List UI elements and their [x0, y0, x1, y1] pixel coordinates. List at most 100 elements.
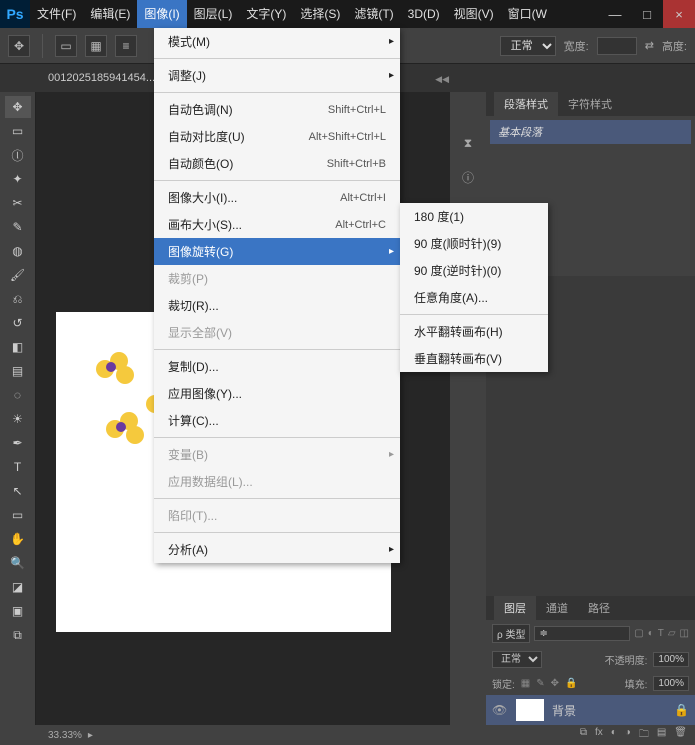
fill-value[interactable]: 100%: [653, 676, 689, 691]
status-trash-icon[interactable]: 🗑: [674, 727, 687, 744]
tool-history[interactable]: ↺: [5, 312, 31, 334]
tool-eraser[interactable]: ◧: [5, 336, 31, 358]
lock-pixels-icon[interactable]: ✎: [536, 678, 544, 689]
tab-character-styles[interactable]: 字符样式: [558, 92, 622, 116]
status-link-icon[interactable]: ⧉: [580, 727, 587, 744]
blend-mode-select[interactable]: 正常: [492, 651, 542, 668]
tool-blur[interactable]: ◌: [5, 384, 31, 406]
smart-filter-icon[interactable]: ◫: [680, 628, 689, 639]
width-input[interactable]: [597, 37, 637, 55]
menu-item[interactable]: 90 度(逆时针)(0): [400, 257, 548, 284]
menu-item[interactable]: 分析(A): [154, 536, 400, 563]
menu-item[interactable]: 调整(J): [154, 62, 400, 89]
tool-shape[interactable]: ▭: [5, 504, 31, 526]
mode-select[interactable]: 正常: [500, 36, 556, 56]
tool-stamp[interactable]: ⎌: [5, 288, 31, 310]
tool-dodge[interactable]: ☀: [5, 408, 31, 430]
tool-preset-icon[interactable]: ✥: [8, 35, 30, 57]
tool-brush[interactable]: 🖌: [5, 264, 31, 286]
lock-pos-icon[interactable]: ✥: [551, 678, 559, 689]
menu-item[interactable]: 计算(C)...: [154, 407, 400, 434]
menu-8[interactable]: 视图(V): [447, 0, 501, 28]
menu-item[interactable]: 裁切(R)...: [154, 292, 400, 319]
tab-paragraph-styles[interactable]: 段落样式: [494, 92, 558, 116]
panel-collapse-icon[interactable]: ◀◀: [435, 74, 449, 85]
status-fill-icon[interactable]: ◑: [625, 727, 631, 744]
align-icon[interactable]: ≡: [115, 35, 137, 57]
tab-paths[interactable]: 路径: [578, 596, 620, 620]
menu-6[interactable]: 滤镜(T): [347, 0, 400, 28]
lock-trans-icon[interactable]: ▦: [521, 678, 530, 689]
layer-thumbnail[interactable]: [516, 699, 544, 721]
adjust-filter-icon[interactable]: ◐: [648, 628, 654, 639]
pixel-filter-icon[interactable]: ▢: [634, 628, 643, 639]
menubar: 文件(F)编辑(E)图像(I)图层(L)文字(Y)选择(S)滤镜(T)3D(D)…: [30, 0, 599, 28]
tool-screen[interactable]: ⧉: [5, 624, 31, 646]
menu-item[interactable]: 任意角度(A)...: [400, 284, 548, 311]
autoselect-icon[interactable]: ▭: [55, 35, 77, 57]
info-panel-icon[interactable]: ⓘ: [457, 166, 479, 188]
menu-4[interactable]: 文字(Y): [239, 0, 293, 28]
menu-item[interactable]: 180 度(1): [400, 203, 548, 230]
swap-icon[interactable]: ⇄: [645, 39, 654, 52]
menu-item: 应用数据组(L)...: [154, 468, 400, 495]
tool-mask[interactable]: ▣: [5, 600, 31, 622]
menu-item[interactable]: 应用图像(Y)...: [154, 380, 400, 407]
menu-item[interactable]: 自动对比度(U)Alt+Shift+Ctrl+L: [154, 123, 400, 150]
shape-filter-icon[interactable]: ▱: [668, 628, 676, 639]
layer-filter-kind[interactable]: ρ 类型: [492, 624, 530, 643]
type-filter-icon[interactable]: T: [658, 628, 664, 639]
tool-pen[interactable]: ✒: [5, 432, 31, 454]
menu-item[interactable]: 自动色调(N)Shift+Ctrl+L: [154, 96, 400, 123]
menu-item[interactable]: 画布大小(S)...Alt+Ctrl+C: [154, 211, 400, 238]
menu-item[interactable]: 复制(D)...: [154, 353, 400, 380]
tool-crop[interactable]: ✂: [5, 192, 31, 214]
tool-marquee[interactable]: ▭: [5, 120, 31, 142]
menu-item[interactable]: 模式(M): [154, 28, 400, 55]
tool-type[interactable]: T: [5, 456, 31, 478]
tool-zoom[interactable]: 🔍: [5, 552, 31, 574]
menu-item[interactable]: 图像大小(I)...Alt+Ctrl+I: [154, 184, 400, 211]
tool-path[interactable]: ↖: [5, 480, 31, 502]
opacity-value[interactable]: 100%: [653, 652, 689, 667]
document-tab[interactable]: 0012025185941454...: [48, 72, 155, 84]
tool-gradient[interactable]: ▤: [5, 360, 31, 382]
menu-item: 陷印(T)...: [154, 502, 400, 529]
menu-1[interactable]: 编辑(E): [83, 0, 137, 28]
menu-5[interactable]: 选择(S): [293, 0, 347, 28]
tool-move[interactable]: ✥: [5, 96, 31, 118]
transform-icon[interactable]: ▦: [85, 35, 107, 57]
status-new-icon[interactable]: ▤: [657, 727, 666, 744]
lock-all-icon[interactable]: 🔒: [565, 678, 577, 689]
tool-wand[interactable]: ✦: [5, 168, 31, 190]
layer-row-background[interactable]: 👁 背景 🔒: [486, 695, 695, 725]
menu-0[interactable]: 文件(F): [30, 0, 83, 28]
minimize-button[interactable]: —: [599, 0, 631, 28]
tab-layers[interactable]: 图层: [494, 596, 536, 620]
menu-item[interactable]: 90 度(顺时针)(9): [400, 230, 548, 257]
status-folder-icon[interactable]: 🗀: [639, 727, 649, 744]
menu-7[interactable]: 3D(D): [401, 0, 447, 28]
status-mask-icon[interactable]: ◐: [611, 727, 617, 744]
visibility-icon[interactable]: 👁: [492, 703, 508, 717]
tool-hand[interactable]: ✋: [5, 528, 31, 550]
menu-2[interactable]: 图像(I): [137, 0, 186, 28]
tab-channels[interactable]: 通道: [536, 596, 578, 620]
menu-item[interactable]: 自动颜色(O)Shift+Ctrl+B: [154, 150, 400, 177]
menu-item: 裁剪(P): [154, 265, 400, 292]
tool-heal[interactable]: ◍: [5, 240, 31, 262]
history-panel-icon[interactable]: ⧗: [457, 132, 479, 154]
close-button[interactable]: ×: [663, 0, 695, 28]
zoom-level[interactable]: 33.33%: [48, 730, 82, 741]
tool-eyedrop[interactable]: ✎: [5, 216, 31, 238]
menu-item[interactable]: 垂直翻转画布(V): [400, 345, 548, 372]
menu-3[interactable]: 图层(L): [187, 0, 240, 28]
tool-lasso[interactable]: ⓛ: [5, 144, 31, 166]
menu-item[interactable]: 图像旋转(G): [154, 238, 400, 265]
menu-9[interactable]: 窗口(W: [501, 0, 554, 28]
paragraph-style-item[interactable]: 基本段落: [490, 120, 691, 144]
menu-item[interactable]: 水平翻转画布(H): [400, 318, 548, 345]
maximize-button[interactable]: □: [631, 0, 663, 28]
tool-swatch[interactable]: ◪: [5, 576, 31, 598]
status-fx-icon[interactable]: fx: [595, 727, 603, 744]
